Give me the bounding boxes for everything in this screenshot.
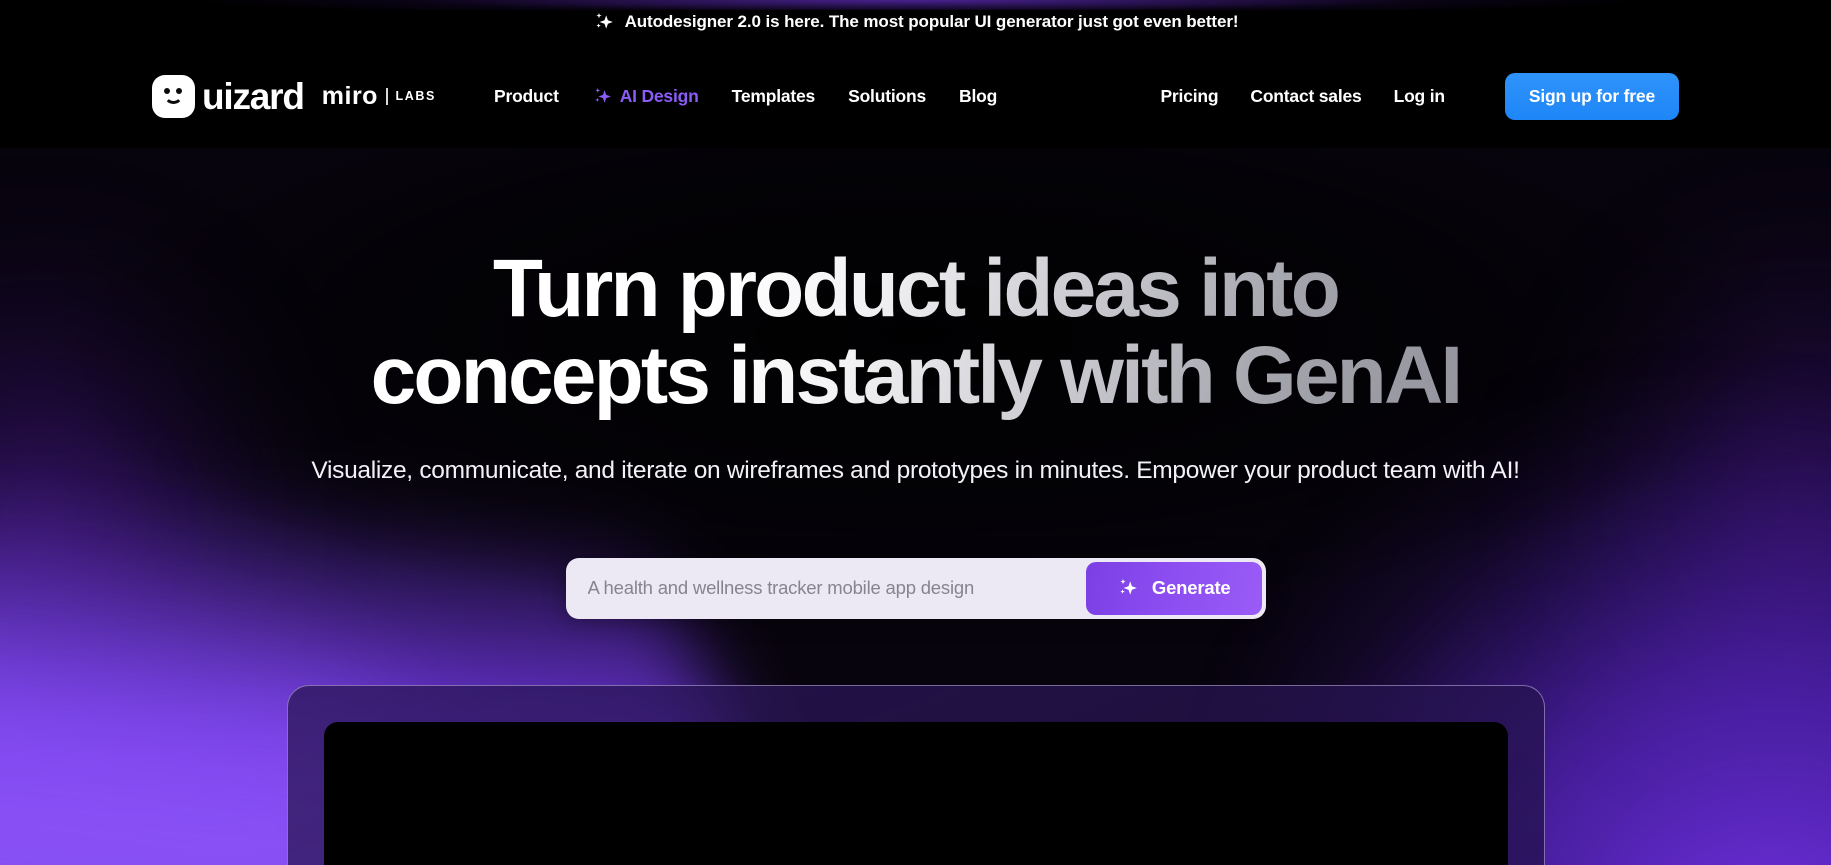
sparkle-icon <box>1117 577 1139 599</box>
primary-nav: Product AI Design Templates Solutions Bl… <box>494 86 997 107</box>
nav-item-ai-design-label: AI Design <box>619 85 699 106</box>
uizard-wordmark: uizard <box>202 75 305 117</box>
hero-subtitle: Visualize, communicate, and iterate on w… <box>311 456 1520 484</box>
miro-labs-logo: miro LABS <box>322 82 436 111</box>
labs-wordmark: LABS <box>395 89 436 103</box>
miro-wordmark: miro <box>321 81 378 110</box>
nav-item-pricing[interactable]: Pricing <box>1160 86 1218 107</box>
sign-up-button[interactable]: Sign up for free <box>1504 72 1679 120</box>
announcement-text: Autodesigner 2.0 is here. The most popul… <box>624 12 1239 31</box>
sparkle-icon <box>593 11 615 33</box>
preview-canvas[interactable] <box>323 722 1508 865</box>
banner-top-glow <box>0 0 1831 10</box>
nav-item-ai-design[interactable]: AI Design <box>592 86 699 107</box>
nav-item-solutions[interactable]: Solutions <box>848 86 926 107</box>
nav-item-blog[interactable]: Blog <box>959 86 997 107</box>
nav-item-templates[interactable]: Templates <box>732 86 816 107</box>
miro-divider <box>385 87 388 105</box>
uizard-logo[interactable]: uizard <box>152 74 305 118</box>
announcement-banner[interactable]: Autodesigner 2.0 is here. The most popul… <box>0 0 1831 44</box>
generate-button-label: Generate <box>1151 577 1231 599</box>
page-title: Turn product ideas into concepts instant… <box>356 245 1476 420</box>
preview-card[interactable] <box>286 685 1545 865</box>
hero-section: Turn product ideas into concepts instant… <box>0 148 1831 865</box>
prompt-input[interactable] <box>569 561 1086 615</box>
nav-item-contact-sales[interactable]: Contact sales <box>1250 86 1361 107</box>
uizard-smiley-icon <box>152 74 195 118</box>
nav-item-product[interactable]: Product <box>494 86 559 107</box>
secondary-nav: Pricing Contact sales Log in Sign up for… <box>1160 72 1679 120</box>
hero-content: Turn product ideas into concepts instant… <box>0 148 1831 619</box>
sparkle-icon <box>592 86 613 107</box>
site-header: uizard miro LABS Product AI Design Templ… <box>0 44 1831 148</box>
prompt-bar[interactable]: Generate <box>565 557 1266 619</box>
nav-item-log-in[interactable]: Log in <box>1394 86 1445 107</box>
generate-button[interactable]: Generate <box>1085 561 1262 615</box>
brand-lockup[interactable]: uizard miro LABS <box>152 74 436 118</box>
